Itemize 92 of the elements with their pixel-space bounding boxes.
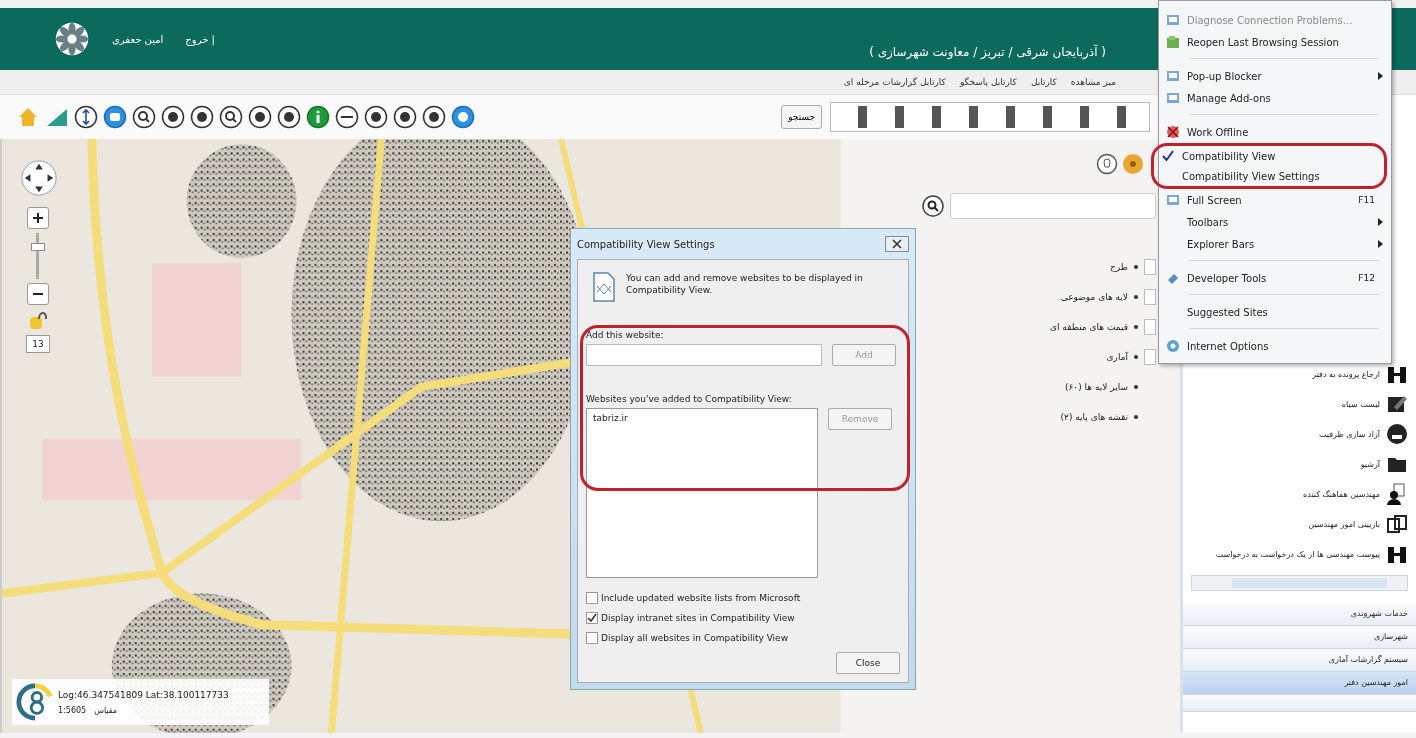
option-label: Display intranet sites in Compatibility View bbox=[601, 613, 795, 623]
nav-link[interactable]: کارتابل پاسخگو bbox=[959, 77, 1017, 87]
help-icon[interactable] bbox=[451, 105, 475, 129]
dialog-description: You can add and remove websites to be displayed in Compatibility View. bbox=[626, 272, 864, 297]
menu-item[interactable]: Manage Add-ons bbox=[1159, 87, 1391, 109]
layer-checkbox[interactable] bbox=[1144, 259, 1156, 275]
layer-checkbox[interactable] bbox=[1144, 289, 1156, 305]
info-icon[interactable] bbox=[306, 105, 330, 129]
document-icon bbox=[592, 272, 616, 302]
bullet-icon bbox=[1134, 295, 1138, 299]
search-field[interactable] bbox=[950, 193, 1156, 219]
menu-item[interactable]: Toolbars bbox=[1159, 211, 1391, 233]
flower-logo-icon bbox=[54, 21, 90, 57]
badge-icon bbox=[1386, 423, 1408, 445]
website-input[interactable] bbox=[586, 344, 822, 366]
folders-icon bbox=[1386, 513, 1408, 535]
scale-value: 1:5605 bbox=[58, 705, 87, 715]
bullet-icon bbox=[1134, 265, 1138, 269]
option-checkbox[interactable] bbox=[586, 612, 598, 624]
sidebar-item[interactable]: مهندسین هماهنگ کننده bbox=[1303, 489, 1380, 499]
option-checkbox[interactable] bbox=[586, 592, 598, 604]
lightbulb-icon[interactable] bbox=[1096, 153, 1118, 175]
tab-icon bbox=[1166, 35, 1180, 49]
menu-item[interactable]: Compatibility View bbox=[1154, 146, 1384, 166]
layer-group[interactable]: نقشه های پایه (۲) bbox=[1060, 412, 1128, 422]
search-icon[interactable] bbox=[219, 105, 243, 129]
slider-thumb[interactable] bbox=[31, 242, 45, 251]
close-button[interactable] bbox=[885, 236, 909, 252]
person-icon bbox=[1386, 483, 1408, 505]
zoom-in-button[interactable] bbox=[27, 207, 49, 229]
menu-item[interactable]: Reopen Last Browsing Session bbox=[1159, 31, 1391, 53]
dot-circle-icon[interactable] bbox=[1122, 153, 1144, 175]
coordinates-text: Log:46.347541809 Lat:38.100117733 bbox=[58, 689, 229, 700]
dialog-title: Compatibility View Settings bbox=[577, 238, 715, 250]
option-label: Display all websites in Compatibility View bbox=[601, 633, 788, 643]
accordion-header[interactable]: شهرسازی bbox=[1183, 626, 1416, 649]
zoom-out-button[interactable] bbox=[27, 283, 49, 305]
close-dialog-button[interactable]: Close bbox=[836, 652, 900, 674]
page-title: ( آذربایجان شرقی / تبریز / معاونت شهرسازی ) bbox=[869, 45, 1106, 59]
pegman-icon[interactable] bbox=[27, 309, 49, 331]
menu-item[interactable]: Full Screen F11 bbox=[1159, 189, 1391, 211]
window-icon bbox=[1166, 69, 1180, 83]
option-checkbox[interactable] bbox=[586, 632, 598, 644]
bullet-icon bbox=[1134, 415, 1138, 419]
search-icon[interactable] bbox=[132, 105, 156, 129]
search-button[interactable]: جستجو bbox=[781, 105, 822, 129]
sidebar-item[interactable]: آزاد سازی ظرفیت bbox=[1318, 429, 1380, 439]
layer-group[interactable]: سایر لایه ها (۶۰) bbox=[1065, 382, 1128, 392]
layer-label: آماری bbox=[1106, 352, 1128, 362]
sidebar-item[interactable]: بازبینی امور مهندسین bbox=[1308, 519, 1380, 529]
layer-label: لایه های موضوعی bbox=[1060, 292, 1128, 302]
add-website-label: Add this website: bbox=[586, 330, 665, 340]
option-label: Include updated website lists from Microsoft bbox=[601, 593, 801, 603]
submenu-arrow-icon bbox=[1378, 218, 1383, 226]
menu-item[interactable]: Explorer Bars bbox=[1159, 233, 1391, 255]
bullet-icon bbox=[1134, 385, 1138, 389]
pan-control-icon[interactable] bbox=[20, 159, 58, 197]
layer-checkbox[interactable] bbox=[1144, 349, 1156, 365]
nav-link[interactable]: کارتابل گزارشات مرحله ای bbox=[843, 77, 946, 87]
sidebar-item[interactable]: ارجاع پرونده به دفتر bbox=[1312, 369, 1380, 379]
ring-logo-icon bbox=[16, 683, 54, 721]
horizontal-scrollbar[interactable] bbox=[1191, 575, 1408, 591]
nav-link[interactable]: کارتابل bbox=[1030, 77, 1057, 87]
sidebar-item[interactable]: لیست سیاه bbox=[1341, 399, 1380, 409]
checkmark-icon bbox=[1162, 150, 1174, 162]
layer-label: قیمت های منطقه ای bbox=[1049, 322, 1128, 332]
bullet-icon bbox=[1134, 325, 1138, 329]
accordion-header[interactable]: خدمات شهروندی bbox=[1183, 603, 1416, 626]
nav-link[interactable]: میز مشاهده bbox=[1070, 77, 1116, 87]
screen-icon bbox=[1166, 193, 1180, 207]
sidebar-item[interactable]: آرشیو bbox=[1360, 459, 1380, 469]
zoom-level: 13 bbox=[26, 335, 50, 353]
bullet-icon bbox=[1134, 355, 1138, 359]
minus-icon[interactable] bbox=[335, 105, 359, 129]
sidebar-item[interactable]: پیوست مهندسی ها از یک درخواست به درخواست bbox=[1215, 549, 1380, 559]
submenu-arrow-icon bbox=[1378, 72, 1383, 80]
menu-item[interactable]: Compatibility View Settings bbox=[1154, 166, 1384, 186]
search-icon[interactable] bbox=[922, 195, 944, 217]
logout-link[interactable]: خروج | bbox=[185, 33, 215, 45]
close-icon bbox=[892, 239, 902, 249]
website-entry[interactable]: tabriz.ir bbox=[593, 413, 811, 423]
arrows-icon[interactable] bbox=[74, 105, 98, 129]
accordion-header[interactable]: سیستم گزارشات آماری bbox=[1183, 649, 1416, 672]
plus-icon bbox=[33, 213, 43, 223]
website-list-label: Websites you've added to Compatibility View: bbox=[586, 394, 793, 404]
accordion-header[interactable]: امور مهندسین دفتر bbox=[1183, 672, 1416, 695]
scale-label: مقیاس bbox=[94, 705, 118, 715]
submenu-arrow-icon bbox=[1378, 240, 1383, 248]
user-name: امین جعفری bbox=[112, 33, 164, 45]
edit-icon bbox=[1386, 393, 1408, 415]
layer-label: طرح bbox=[1110, 262, 1128, 272]
layer-checkbox[interactable] bbox=[1144, 319, 1156, 335]
